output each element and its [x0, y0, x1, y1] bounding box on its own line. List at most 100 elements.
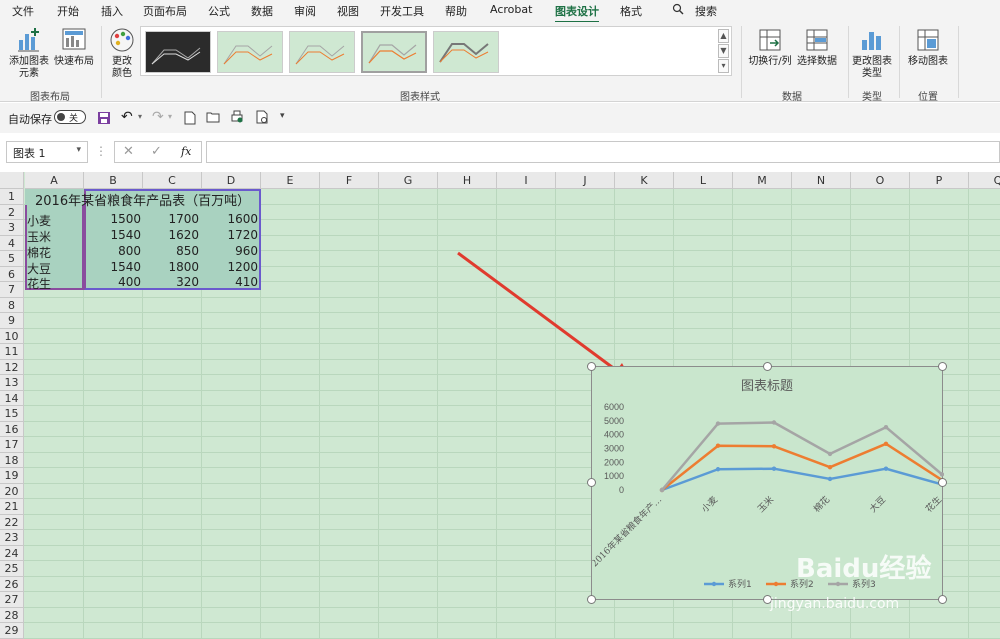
autosave-toggle[interactable]: 关: [54, 110, 86, 124]
cell-value[interactable]: 1620: [143, 228, 199, 242]
data-point[interactable]: [771, 444, 777, 449]
cell-value[interactable]: 1700: [143, 212, 199, 226]
row-header[interactable]: 12: [0, 359, 24, 375]
customize-qat-icon[interactable]: ▾: [280, 111, 285, 121]
column-header[interactable]: N: [792, 172, 851, 189]
row-header[interactable]: 29: [0, 623, 24, 639]
tab-page-layout[interactable]: 页面布局: [143, 3, 187, 19]
row-header[interactable]: 11: [0, 344, 24, 360]
row-header[interactable]: 28: [0, 607, 24, 623]
gallery-more-icon[interactable]: ▾: [718, 59, 729, 73]
change-colors-button[interactable]: 更改颜色: [106, 26, 138, 80]
data-point[interactable]: [659, 487, 665, 493]
resize-handle[interactable]: [763, 362, 772, 371]
formula-input[interactable]: [206, 141, 1000, 163]
row-header[interactable]: 22: [0, 514, 24, 530]
row-header[interactable]: 3: [0, 220, 24, 236]
cell-value[interactable]: 960: [202, 244, 258, 258]
cell-value[interactable]: 320: [143, 275, 199, 289]
chart-styles-gallery[interactable]: ▲ ▼ ▾: [140, 26, 732, 76]
column-header[interactable]: B: [84, 172, 143, 189]
cancel-icon[interactable]: ✕: [123, 144, 134, 159]
column-header[interactable]: E: [261, 172, 320, 189]
tab-help[interactable]: 帮助: [445, 3, 467, 19]
print-preview-icon[interactable]: [230, 110, 244, 127]
tab-review[interactable]: 审阅: [294, 3, 316, 19]
row-header[interactable]: 20: [0, 483, 24, 499]
resize-handle[interactable]: [938, 478, 947, 487]
data-point[interactable]: [883, 441, 889, 446]
column-header[interactable]: K: [615, 172, 674, 189]
resize-handle[interactable]: [587, 362, 596, 371]
add-chart-element-button[interactable]: 添加图表元素: [6, 26, 52, 80]
cell-value[interactable]: 1500: [88, 212, 141, 226]
tab-developer[interactable]: 开发工具: [380, 3, 424, 19]
resize-handle[interactable]: [587, 478, 596, 487]
tab-file[interactable]: 文件: [12, 3, 34, 19]
search-label[interactable]: 搜索: [695, 3, 717, 19]
series-line[interactable]: [661, 467, 943, 492]
select-data-button[interactable]: 选择数据: [796, 26, 838, 68]
column-header[interactable]: F: [320, 172, 379, 189]
data-point[interactable]: [883, 466, 889, 471]
enter-icon[interactable]: ✓: [151, 144, 162, 159]
row-header[interactable]: 10: [0, 328, 24, 344]
row-header[interactable]: 9: [0, 313, 24, 329]
table-title[interactable]: 2016年某省粮食年产品表（百万吨）: [35, 190, 250, 209]
row-label[interactable]: 小麦: [27, 212, 51, 229]
column-header[interactable]: G: [379, 172, 438, 189]
data-point[interactable]: [939, 472, 944, 477]
column-header[interactable]: C: [143, 172, 202, 189]
resize-handle[interactable]: [938, 362, 947, 371]
row-header[interactable]: 21: [0, 499, 24, 515]
name-box-dropdown-icon[interactable]: ▾: [76, 145, 81, 155]
search-icon[interactable]: [672, 3, 684, 18]
column-header[interactable]: L: [674, 172, 733, 189]
data-point[interactable]: [715, 443, 721, 448]
gallery-down-arrow-icon[interactable]: ▼: [718, 44, 729, 58]
tab-home[interactable]: 开始: [57, 3, 79, 19]
gallery-up-arrow-icon[interactable]: ▲: [718, 29, 729, 43]
tab-insert[interactable]: 插入: [101, 3, 123, 19]
undo-icon[interactable]: ↶: [121, 109, 133, 125]
select-all-corner[interactable]: [0, 172, 24, 189]
quick-layout-button[interactable]: 快速布局: [52, 26, 96, 68]
row-label[interactable]: 玉米: [27, 228, 51, 245]
chart-style-5[interactable]: [433, 31, 499, 73]
row-header[interactable]: 15: [0, 406, 24, 422]
undo-dropdown-icon[interactable]: ▾: [138, 112, 142, 121]
tab-acrobat[interactable]: Acrobat: [490, 3, 532, 16]
column-header[interactable]: J: [556, 172, 615, 189]
chart-style-4[interactable]: [361, 31, 427, 73]
data-point[interactable]: [827, 451, 833, 457]
row-header[interactable]: 4: [0, 235, 24, 251]
row-header[interactable]: 8: [0, 297, 24, 313]
column-header[interactable]: O: [851, 172, 910, 189]
data-point[interactable]: [771, 420, 777, 425]
cell-value[interactable]: 400: [88, 275, 141, 289]
row-header[interactable]: 24: [0, 545, 24, 561]
column-header[interactable]: H: [438, 172, 497, 189]
name-box[interactable]: 图表 1 ▾: [6, 141, 88, 163]
cell-value[interactable]: 1200: [202, 260, 258, 274]
row-header[interactable]: 2: [0, 204, 24, 220]
tab-view[interactable]: 视图: [337, 3, 359, 19]
row-header[interactable]: 18: [0, 452, 24, 468]
row-header[interactable]: 26: [0, 576, 24, 592]
switch-row-col-button[interactable]: 切换行/列: [745, 26, 795, 68]
move-chart-button[interactable]: 移动图表: [904, 26, 952, 68]
row-header[interactable]: 23: [0, 530, 24, 546]
change-chart-type-button[interactable]: 更改图表类型: [850, 26, 894, 80]
tab-chart-design[interactable]: 图表设计: [555, 3, 599, 23]
column-header[interactable]: M: [733, 172, 792, 189]
row-header[interactable]: 27: [0, 592, 24, 608]
column-header[interactable]: Q: [969, 172, 1000, 189]
row-label[interactable]: 棉花: [27, 244, 51, 261]
data-point[interactable]: [827, 464, 833, 470]
row-header[interactable]: 13: [0, 375, 24, 391]
insert-function-button[interactable]: fx: [181, 145, 191, 158]
new-file-icon[interactable]: [184, 111, 196, 128]
cell-value[interactable]: 410: [202, 275, 258, 289]
data-point[interactable]: [883, 424, 889, 430]
cell-value[interactable]: 1540: [88, 228, 141, 242]
